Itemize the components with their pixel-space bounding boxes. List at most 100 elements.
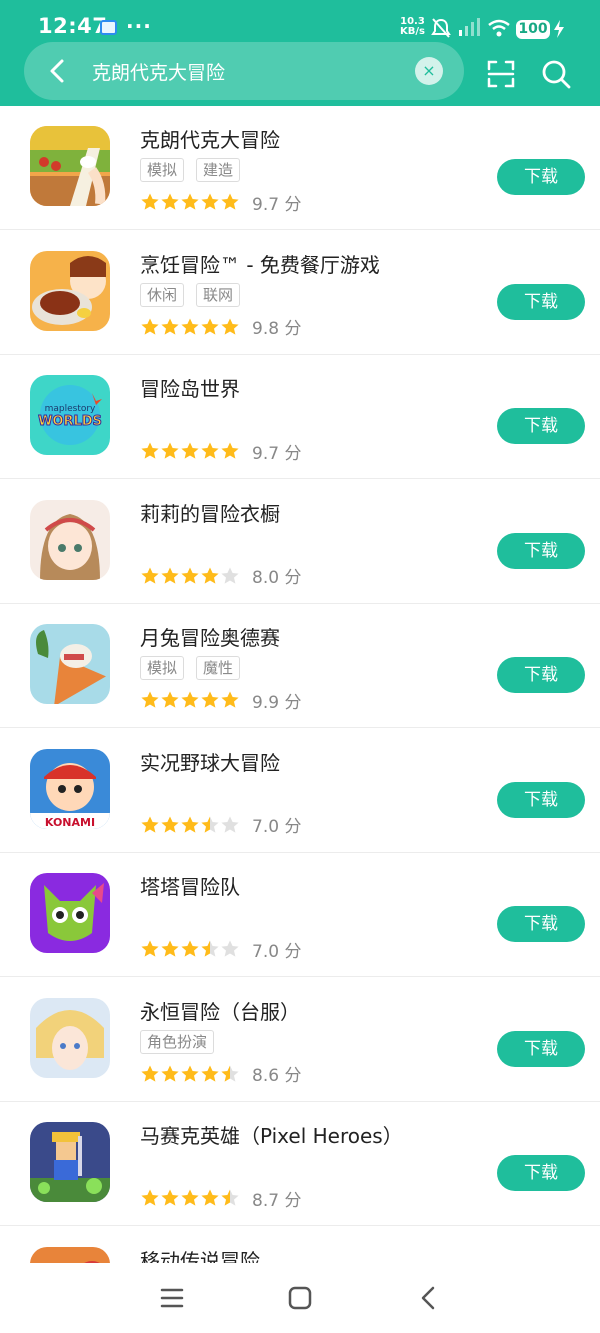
star-icon <box>201 940 219 957</box>
app-score: 9.7 分 <box>252 190 301 215</box>
star-icon <box>161 1065 179 1082</box>
star-icon <box>221 691 239 708</box>
svg-text:maplestory: maplestory <box>45 404 96 414</box>
mobile-legends-icon <box>30 1246 110 1263</box>
star-icon <box>161 567 179 584</box>
star-icon <box>161 193 179 210</box>
app-list-item[interactable]: 月兔冒险奥德赛 模拟 魔性 9.9 分 下载 <box>0 604 600 728</box>
star-icon <box>141 691 159 708</box>
battery-level: 100 <box>516 20 550 39</box>
app-score-unit: 分 <box>284 319 302 339</box>
eternal-adventure-icon <box>30 997 110 1078</box>
app-tags: 模拟 建造 <box>140 158 252 182</box>
app-name: 克朗代克大冒险 <box>140 128 280 152</box>
star-icon <box>161 940 179 957</box>
app-list-item[interactable]: 永恒冒险（台服） 角色扮演 8.6 分 下载 <box>0 978 600 1102</box>
star-icon <box>201 1065 219 1082</box>
app-list-item[interactable]: 烹饪冒险™ - 免费餐厅游戏 休闲 联网 9.8 分下载 <box>0 231 600 355</box>
star-icon <box>161 691 179 708</box>
app-list-item[interactable]: 莉莉的冒险衣橱 8.0 分 下载 <box>0 480 600 604</box>
app-list-item[interactable]: 克朗代克大冒险 模拟 建造 9.7 分 下载 <box>0 106 600 230</box>
star-icon <box>141 1189 159 1206</box>
app-score: 8.6 分 <box>252 1061 301 1086</box>
star-icon <box>201 567 219 584</box>
app-list-item[interactable]: 塔塔冒险队 7.0 分 下载 <box>0 853 600 977</box>
download-button[interactable]: 下载 <box>497 532 585 569</box>
app-score-unit: 分 <box>284 443 302 464</box>
app-score: 7.0 分 <box>252 812 301 837</box>
pixel-heroes-icon <box>30 1122 110 1202</box>
download-button[interactable]: 下载 <box>497 1030 585 1067</box>
app-rating: 9.8 分 <box>140 314 301 339</box>
app-rating: 7.0 分 <box>140 812 301 837</box>
star-icon <box>181 1065 199 1082</box>
download-button[interactable]: 下载 <box>497 408 585 444</box>
app-tag: 联网 <box>196 282 241 307</box>
app-tags: 角色扮演 <box>140 1029 226 1054</box>
app-rating: 9.7 分 <box>140 439 301 464</box>
app-tag: 角色扮演 <box>140 1029 215 1054</box>
svg-text:WORLDS: WORLDS <box>38 414 102 429</box>
download-button[interactable]: 下载 <box>497 906 585 942</box>
star-icon <box>141 567 159 584</box>
star-icon <box>141 940 159 957</box>
status-time: 12:47 <box>38 14 108 38</box>
app-score-value: 8.6 <box>252 1066 280 1086</box>
download-button[interactable]: 下载 <box>497 159 585 195</box>
menu-icon[interactable] <box>160 1287 184 1309</box>
download-button[interactable]: 下载 <box>497 657 585 693</box>
app-score-value: 9.7 <box>252 194 280 215</box>
app-score-unit: 分 <box>284 1190 302 1211</box>
status-bar: 12:47 ··· 10.3 KB/s 100 <box>0 0 600 42</box>
star-icon <box>181 691 199 708</box>
star-icon <box>181 816 199 833</box>
home-icon[interactable] <box>288 1286 312 1310</box>
app-list-item[interactable]: 马赛克英雄（Pixel Heroes） 8.7 分 下载 <box>0 1102 600 1226</box>
download-button[interactable]: 下载 <box>497 1155 585 1191</box>
back-arrow-icon[interactable] <box>44 57 72 85</box>
star-icon <box>141 442 159 459</box>
nav-back-icon[interactable] <box>418 1285 438 1311</box>
cooking-adventure-icon <box>30 250 110 331</box>
app-score-value: 9.9 <box>252 692 280 713</box>
download-button[interactable]: 下载 <box>497 283 585 320</box>
star-icon <box>221 442 239 459</box>
signal-icon <box>459 18 480 36</box>
app-name: 马赛克英雄（Pixel Heroes） <box>140 1124 403 1148</box>
star-icon <box>161 816 179 833</box>
star-icon <box>201 442 219 459</box>
star-icon <box>141 193 159 210</box>
app-name: 烹饪冒险™ - 免费餐厅游戏 <box>140 252 380 277</box>
app-name: 实况野球大冒险 <box>140 750 280 775</box>
app-name: 永恒冒险（台服） <box>140 999 300 1024</box>
app-name: 月兔冒险奥德赛 <box>140 626 280 650</box>
app-list-item[interactable]: maplestory WORLDS 冒险岛世界 9.7 分 下载 <box>0 355 600 479</box>
star-icon <box>141 1065 159 1082</box>
star-icon <box>221 318 239 335</box>
app-name: 塔塔冒险队 <box>140 875 240 899</box>
app-tags: 模拟 魔性 <box>140 656 252 680</box>
search-icon[interactable] <box>541 59 571 89</box>
app-score-value: 7.0 <box>252 817 280 837</box>
app-score: 9.8 分 <box>252 314 301 339</box>
star-icon <box>181 442 199 459</box>
download-button[interactable]: 下载 <box>497 781 585 818</box>
app-rating: 8.7 分 <box>140 1187 302 1211</box>
clear-search-button[interactable]: × <box>415 57 443 85</box>
star-icon <box>221 567 239 584</box>
star-icon <box>221 940 239 957</box>
app-list-item[interactable]: 移动传说冒险 <box>0 1227 600 1263</box>
star-icon <box>221 1065 239 1082</box>
app-score-value: 9.7 <box>252 443 280 464</box>
tata-team-icon <box>30 873 110 953</box>
app-tag: 魔性 <box>196 656 241 680</box>
scan-icon[interactable] <box>486 59 516 89</box>
charging-icon <box>554 20 564 38</box>
app-score: 9.7 分 <box>252 439 301 464</box>
app-score: 9.9 分 <box>252 688 301 713</box>
search-bar: × <box>24 42 464 100</box>
lily-wardrobe-icon <box>30 499 110 580</box>
app-list-item[interactable]: KONAMI 实况野球大冒险 7.0 分 下载 <box>0 729 600 853</box>
search-input[interactable] <box>92 54 410 88</box>
wifi-icon <box>488 19 510 37</box>
